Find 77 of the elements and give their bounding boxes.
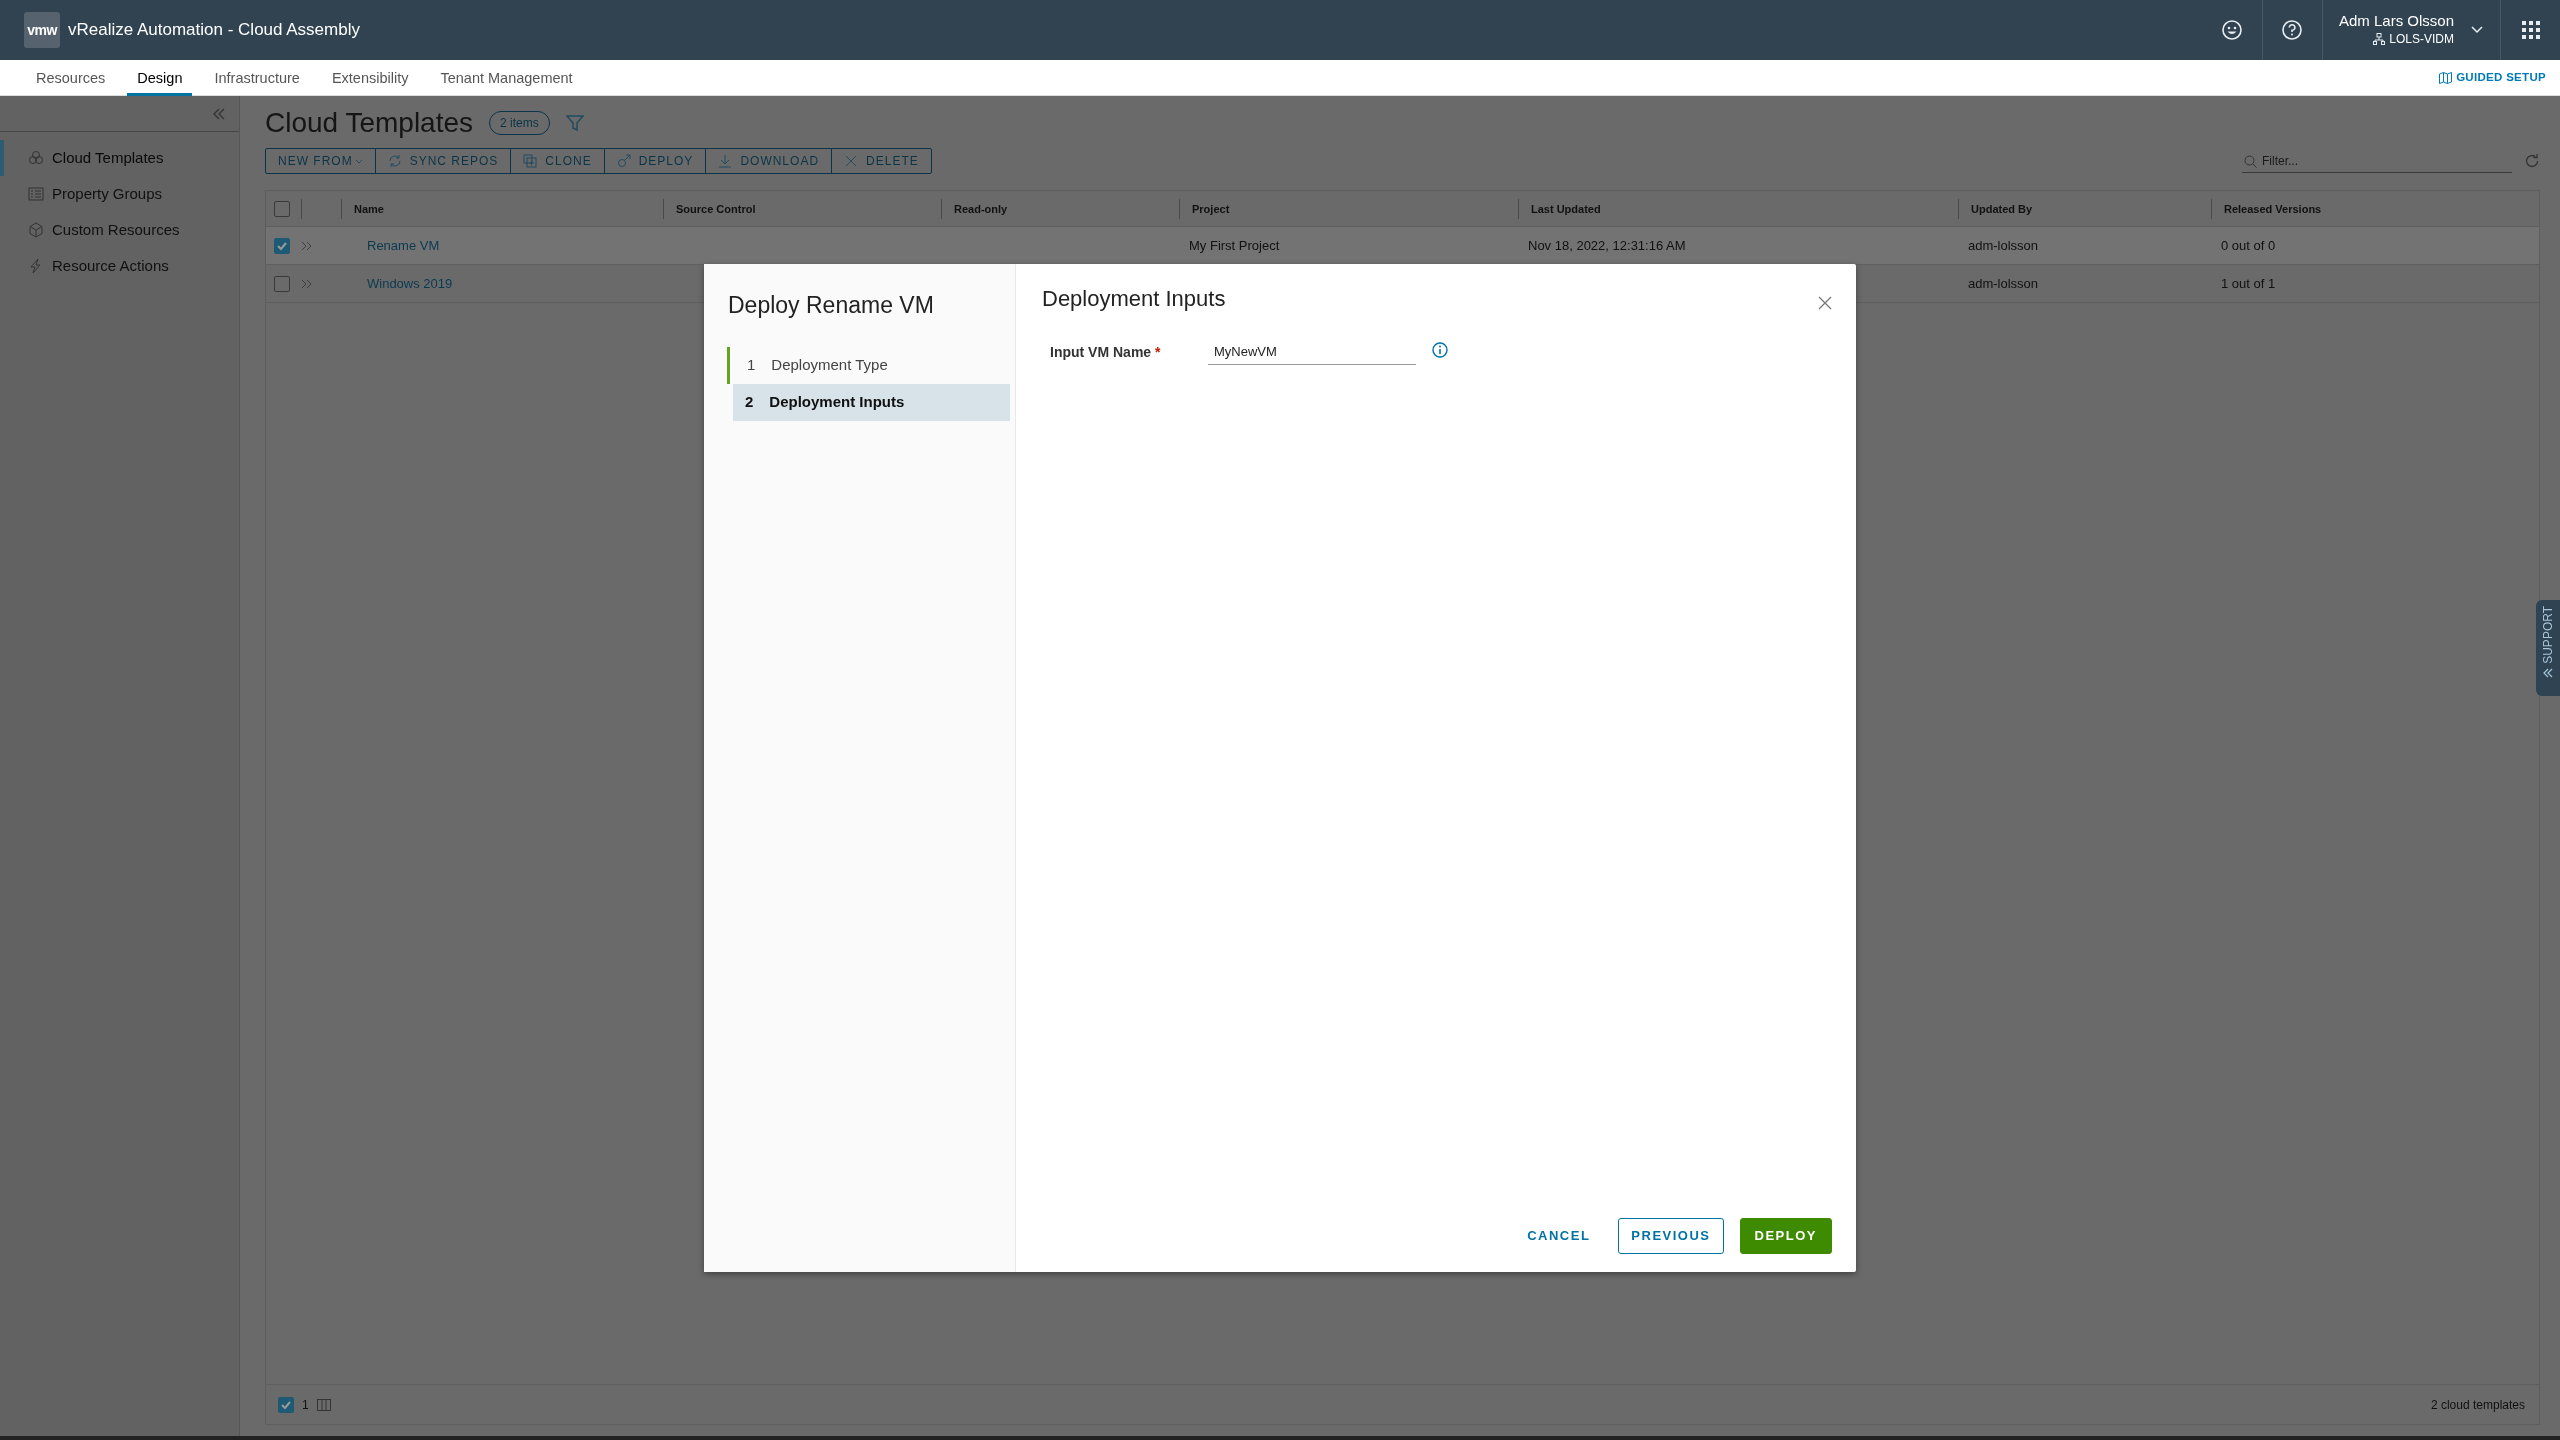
smiley-icon[interactable] [2220, 19, 2243, 41]
clone-icon [523, 154, 538, 168]
sync-icon [387, 154, 402, 168]
template-total: 2 cloud templates [2430, 1396, 2525, 1414]
app-grid-icon[interactable] [2521, 21, 2540, 39]
sidebar-item[interactable]: Custom Resources [0, 212, 239, 248]
deploy-button[interactable]: DEPLOY [1739, 1218, 1832, 1254]
table-cell: adm-lolsson [1968, 275, 2039, 291]
sidebar-item[interactable]: Cloud Templates [0, 140, 239, 176]
templates-icon [28, 150, 44, 166]
app-title: vRealize Automation - Cloud Assembly [68, 19, 360, 42]
chevron-down-icon[interactable] [2470, 25, 2484, 35]
nav-tab[interactable]: Extensibility [321, 59, 419, 96]
deploy-icon [616, 154, 631, 168]
column-header[interactable]: Released Versions [2224, 202, 2322, 215]
modal-title: Deploy Rename VM [728, 291, 935, 320]
page-title: Cloud Templates [265, 106, 474, 140]
toolbar-button[interactable]: DELETE [832, 149, 931, 173]
refresh-icon[interactable] [2524, 153, 2540, 169]
table-cell: My First Project [1189, 237, 1280, 253]
column-header[interactable]: Project [1192, 202, 1230, 215]
row-checkbox[interactable] [274, 237, 290, 254]
template-link[interactable]: Rename VM [353, 237, 440, 253]
filter-field[interactable]: Filter... [2242, 149, 2512, 173]
column-header[interactable]: Read-only [954, 202, 1008, 215]
cancel-button[interactable]: CANCEL [1515, 1218, 1603, 1254]
selected-count: 1 [302, 1396, 309, 1414]
toolbar-button[interactable]: DEPLOY [604, 149, 707, 173]
previous-button[interactable]: PREVIOUS [1618, 1218, 1724, 1254]
caret-icon [354, 157, 363, 165]
modal-heading: Deployment Inputs [1042, 285, 1226, 313]
template-link[interactable]: Windows 2019 [353, 275, 453, 291]
nav-tab[interactable]: Tenant Management [430, 59, 583, 96]
footer-checkbox[interactable] [278, 1396, 294, 1413]
logo: vmw [24, 12, 60, 48]
select-all-checkbox[interactable] [274, 200, 290, 217]
toolbar-button[interactable]: DOWNLOAD [706, 149, 833, 173]
close-icon[interactable] [1818, 296, 1832, 310]
org-name: LOLS-VIDM [2389, 30, 2454, 48]
double-chevron-icon [2543, 667, 2553, 678]
column-header[interactable]: Source Control [676, 202, 756, 215]
user-name[interactable]: Adm Lars Olsson [2338, 12, 2454, 30]
nav-tab[interactable]: Design [127, 59, 193, 96]
nav-tab[interactable]: Infrastructure [204, 59, 310, 96]
table-cell: 1 out of 1 [2221, 275, 2276, 291]
column-header[interactable]: Name [354, 202, 384, 215]
wizard-step[interactable]: 2 Deployment Inputs [733, 383, 1010, 421]
toolbar-button[interactable]: SYNC REPOS [375, 149, 512, 173]
expand-icon[interactable] [301, 240, 313, 251]
sidebar-item[interactable]: Resource Actions [0, 248, 239, 284]
info-icon[interactable] [1432, 342, 1448, 358]
list-icon [28, 186, 44, 202]
table-cell: 0 out of 0 [2221, 237, 2276, 253]
org-icon [2373, 32, 2386, 45]
column-header[interactable]: Updated By [1971, 202, 2033, 215]
wizard-step[interactable]: 1 Deployment Type [727, 346, 1012, 384]
table-cell: adm-lolsson [1968, 237, 2039, 253]
field-label: Input VM Name * [1050, 342, 1162, 362]
column-header[interactable]: Last Updated [1531, 202, 1601, 215]
filter-icon[interactable] [565, 114, 584, 132]
help-icon[interactable] [2281, 19, 2304, 41]
table-cell: Nov 18, 2022, 12:31:16 AM [1528, 237, 1686, 253]
sidebar-item[interactable]: Property Groups [0, 176, 239, 212]
download-icon [718, 154, 733, 168]
support-tab[interactable]: SUPPORT [2536, 600, 2560, 696]
expand-icon[interactable] [301, 278, 313, 289]
search-icon [2244, 154, 2257, 168]
toolbar-button[interactable]: CLONE [511, 149, 605, 173]
toolbar-button[interactable]: NEW FROM [266, 149, 376, 173]
row-checkbox[interactable] [274, 275, 290, 292]
close-icon [844, 154, 859, 168]
columns-icon[interactable] [316, 1398, 331, 1411]
map-icon [2439, 71, 2453, 84]
nav-tab[interactable]: Resources [26, 59, 116, 96]
guided-setup-link[interactable]: GUIDED SETUP [2425, 68, 2560, 87]
collapse-icon[interactable] [213, 107, 225, 120]
cube-icon [28, 222, 44, 238]
